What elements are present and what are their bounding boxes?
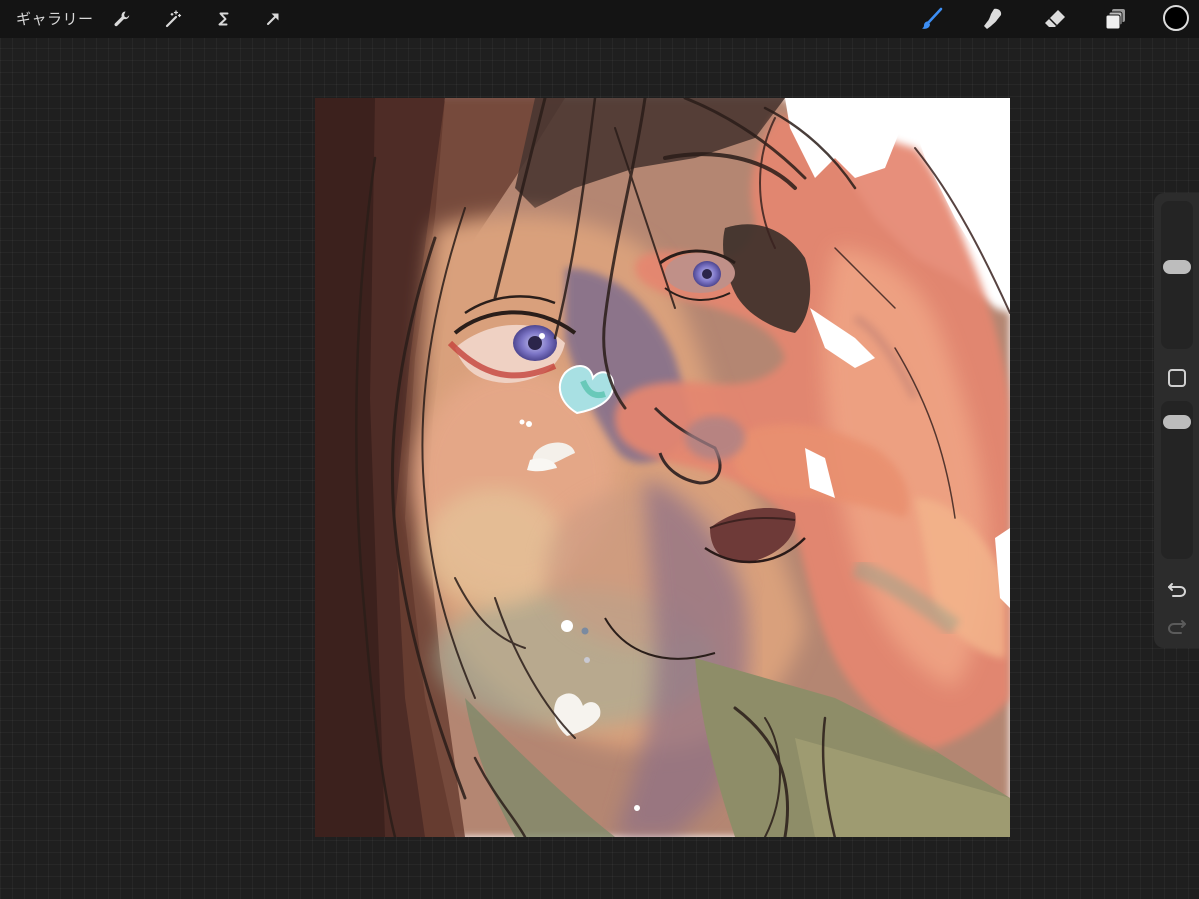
- top-toolbar: ギャラリー: [0, 0, 1199, 38]
- right-sidebar: [1154, 193, 1199, 648]
- smudge-finger-icon[interactable]: [980, 6, 1006, 32]
- brush-icon[interactable]: [919, 6, 945, 32]
- modify-square-button[interactable]: [1168, 369, 1186, 387]
- brush-size-slider-thumb[interactable]: [1163, 260, 1191, 274]
- selection-s-icon[interactable]: [210, 6, 236, 32]
- layers-icon[interactable]: [1103, 6, 1129, 32]
- arrow-cursor-icon[interactable]: [260, 6, 286, 32]
- drawing-canvas[interactable]: [315, 98, 1010, 837]
- procreate-app: ギャラリー: [0, 0, 1199, 899]
- redo-arrow-icon[interactable]: [1166, 615, 1188, 637]
- opacity-slider-thumb[interactable]: [1163, 415, 1191, 429]
- gallery-button[interactable]: ギャラリー: [16, 8, 94, 30]
- wrench-icon[interactable]: [109, 6, 135, 32]
- painting-artwork: [315, 98, 1010, 837]
- eraser-icon[interactable]: [1042, 6, 1068, 32]
- undo-arrow-icon[interactable]: [1166, 578, 1188, 600]
- color-picker-swatch[interactable]: [1163, 5, 1189, 31]
- magic-wand-icon[interactable]: [160, 6, 186, 32]
- brush-size-slider[interactable]: [1161, 201, 1193, 349]
